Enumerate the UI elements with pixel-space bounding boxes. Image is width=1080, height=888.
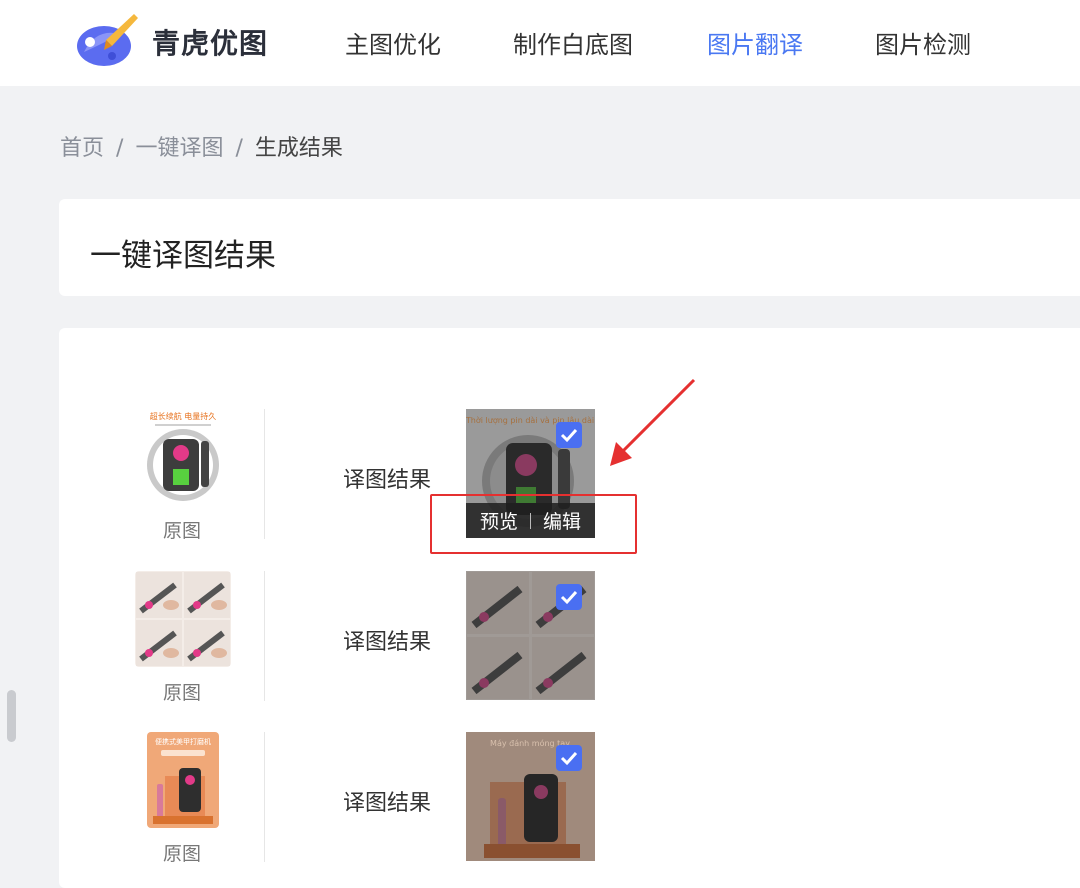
breadcrumb-current: 生成结果 <box>254 136 343 161</box>
selected-checkbox[interactable] <box>556 745 582 771</box>
original-image-thumbnail[interactable] <box>135 571 231 667</box>
original-label: 原图 <box>163 843 202 865</box>
nav-main-image-optimize[interactable]: 主图优化 <box>345 25 441 60</box>
translated-image-thumbnail[interactable] <box>466 571 595 700</box>
original-label: 原图 <box>163 682 202 704</box>
result-row: 便携式美甲打磨机 原图 译图结果 Máy đánh móng tay <box>59 732 1080 865</box>
scrollbar-handle[interactable] <box>7 690 16 742</box>
breadcrumb-separator: / <box>116 136 124 161</box>
selected-checkbox[interactable] <box>556 422 582 448</box>
breadcrumb: 首页 / 一键译图 / 生成结果 <box>60 130 343 162</box>
checkmark-icon <box>560 590 578 605</box>
result-row: 原图 译图结果 <box>59 571 1080 704</box>
row-divider <box>264 732 265 862</box>
result-label: 译图结果 <box>343 630 432 655</box>
results-panel: 超长续航 电量持久 原图 译图结果 Thời lượng pin dài và … <box>59 328 1080 888</box>
original-image-text: 便携式美甲打磨机 <box>155 737 211 746</box>
selected-checkbox[interactable] <box>556 584 582 610</box>
nav-white-background[interactable]: 制作白底图 <box>513 25 633 60</box>
original-image-thumbnail[interactable]: 便携式美甲打磨机 <box>135 732 231 828</box>
nav-image-translate[interactable]: 图片翻译 <box>707 25 803 60</box>
original-image-text: 超长续航 电量持久 <box>150 411 217 421</box>
result-label: 译图结果 <box>343 791 432 816</box>
page-title: 一键译图结果 <box>90 238 276 274</box>
top-navigation-bar: 青虎优图 主图优化 制作白底图 图片翻译 图片检测 <box>0 0 1080 86</box>
title-card: 一键译图结果 <box>59 199 1080 296</box>
breadcrumb-translate[interactable]: 一键译图 <box>135 136 223 161</box>
translated-image-thumbnail[interactable]: Máy đánh móng tay <box>466 732 595 861</box>
original-label: 原图 <box>163 520 202 542</box>
brand-logo-icon[interactable] <box>76 12 140 68</box>
breadcrumb-separator: / <box>235 136 243 161</box>
original-image-thumbnail[interactable]: 超长续航 电量持久 <box>135 409 231 505</box>
annotation-highlight-box <box>430 494 637 554</box>
breadcrumb-home[interactable]: 首页 <box>60 136 104 161</box>
nav-image-detect[interactable]: 图片检测 <box>875 25 971 60</box>
row-divider <box>264 571 265 701</box>
annotation-arrow-icon <box>610 378 696 466</box>
checkmark-icon <box>560 751 578 766</box>
result-label: 译图结果 <box>343 468 432 493</box>
brand-name[interactable]: 青虎优图 <box>152 22 268 62</box>
checkmark-icon <box>560 428 578 443</box>
row-divider <box>264 409 265 539</box>
